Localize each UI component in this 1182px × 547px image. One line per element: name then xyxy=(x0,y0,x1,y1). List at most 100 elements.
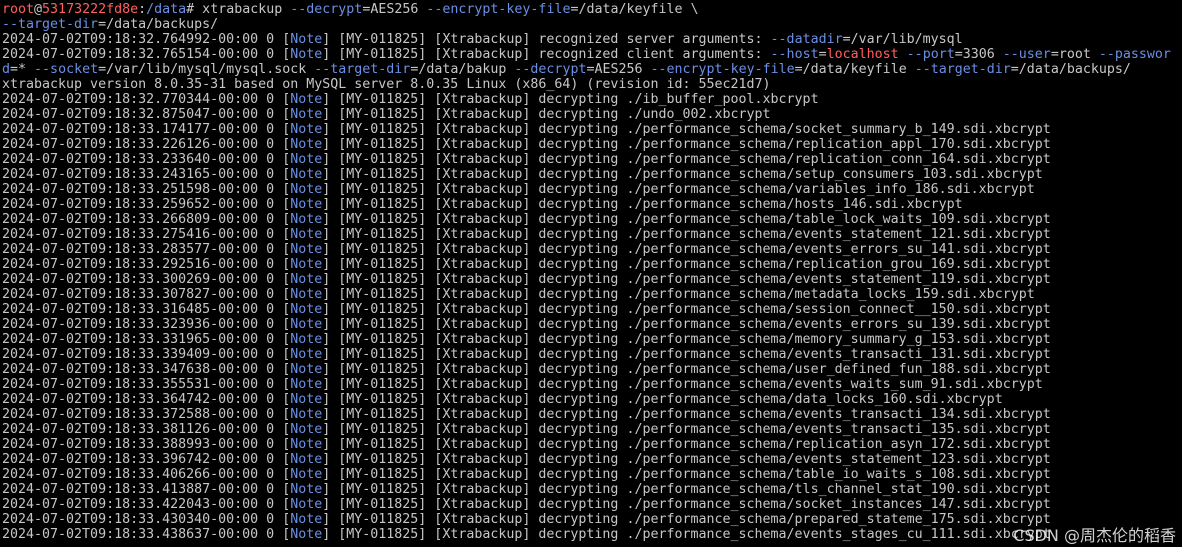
terminal-text: 2024-07-02T09:18:33.331965-00:00 0 [ xyxy=(2,332,291,347)
terminal-text: =/var/lib/mysql/mysql.sock xyxy=(98,62,315,77)
terminal-text: ] [MY-011825] [Xtrabackup] decrypting ./… xyxy=(322,272,1051,287)
terminal-line: 2024-07-02T09:18:32.770344-00:00 0 [Note… xyxy=(2,92,1182,107)
terminal-text: 2024-07-02T09:18:32.770344-00:00 0 [ xyxy=(2,92,291,107)
terminal-text: ] [MY-011825] [Xtrabackup] decrypting ./… xyxy=(322,302,1051,317)
terminal-text: ] [MY-011825] [Xtrabackup] decrypting ./… xyxy=(322,407,1051,422)
terminal-text: 2024-07-02T09:18:33.372588-00:00 0 [ xyxy=(2,407,291,422)
terminal-text: ] [MY-011825] [Xtrabackup] decrypting ./… xyxy=(322,227,1051,242)
cli-option: --target-dir xyxy=(314,62,411,77)
log-level-note: Note xyxy=(290,47,323,62)
cli-option: d xyxy=(2,62,11,77)
cli-option: --target-dir xyxy=(2,17,99,32)
terminal-line: 2024-07-02T09:18:33.233640-00:00 0 [Note… xyxy=(2,152,1182,167)
log-level-note: Note xyxy=(290,302,323,317)
terminal-text: ] [MY-011825] [Xtrabackup] decrypting ./… xyxy=(322,152,1051,167)
terminal-text: 2024-07-02T09:18:32.875047-00:00 0 [ xyxy=(2,107,291,122)
terminal-text: =/data/backups/ xyxy=(1010,62,1131,77)
terminal-line: 2024-07-02T09:18:33.413887-00:00 0 [Note… xyxy=(2,482,1182,497)
terminal-text: ] [MY-011825] [Xtrabackup] decrypting ./… xyxy=(322,452,1051,467)
terminal-text: ] [MY-011825] [Xtrabackup] decrypting ./… xyxy=(322,347,1051,362)
terminal-line: 2024-07-02T09:18:33.292516-00:00 0 [Note… xyxy=(2,257,1182,272)
terminal-text: =3306 xyxy=(954,47,1003,62)
log-level-note: Note xyxy=(290,347,323,362)
terminal-text: ] [MY-011825] [Xtrabackup] decrypting ./… xyxy=(322,497,1051,512)
terminal-line: 2024-07-02T09:18:33.323936-00:00 0 [Note… xyxy=(2,317,1182,332)
log-level-note: Note xyxy=(290,482,323,497)
prompt-path: /data xyxy=(146,2,187,17)
terminal-text: ] [MY-011825] [Xtrabackup] decrypting ./… xyxy=(322,167,1043,182)
terminal-line: 2024-07-02T09:18:33.438637-00:00 0 [Note… xyxy=(2,527,1182,542)
terminal-line: 2024-07-02T09:18:32.764992-00:00 0 [Note… xyxy=(2,32,1182,47)
log-level-note: Note xyxy=(290,362,323,377)
terminal-text: ] [MY-011825] [Xtrabackup] decrypting ./… xyxy=(322,527,1051,542)
terminal-line: 2024-07-02T09:18:33.381126-00:00 0 [Note… xyxy=(2,422,1182,437)
terminal-output: root@53173222fd8e:/data# xtrabackup --de… xyxy=(2,2,1182,542)
log-level-note: Note xyxy=(290,242,323,257)
terminal-text: 2024-07-02T09:18:33.347638-00:00 0 [ xyxy=(2,362,291,377)
terminal-text: 2024-07-02T09:18:33.174177-00:00 0 [ xyxy=(2,122,291,137)
terminal-text: 2024-07-02T09:18:33.364742-00:00 0 [ xyxy=(2,392,291,407)
cli-option: --decrypt xyxy=(290,2,363,17)
terminal-line: 2024-07-02T09:18:33.174177-00:00 0 [Note… xyxy=(2,122,1182,137)
terminal-line: 2024-07-02T09:18:33.275416-00:00 0 [Note… xyxy=(2,227,1182,242)
log-level-note: Note xyxy=(290,92,323,107)
terminal-text: 2024-07-02T09:18:33.323936-00:00 0 [ xyxy=(2,317,291,332)
terminal-text: ] [MY-011825] [Xtrabackup] decrypting ./… xyxy=(322,392,1003,407)
terminal-text: ] [MY-011825] [Xtrabackup] decrypting ./… xyxy=(322,257,1051,272)
log-level-note: Note xyxy=(290,407,323,422)
terminal-text: ] [MY-011825] [Xtrabackup] decrypting ./… xyxy=(322,437,1051,452)
log-level-note: Note xyxy=(290,287,323,302)
cli-option: --datadir xyxy=(770,32,843,47)
terminal-line: 2024-07-02T09:18:33.266809-00:00 0 [Note… xyxy=(2,212,1182,227)
terminal-text: =/data/keyfile xyxy=(794,62,915,77)
terminal-text: ] [MY-011825] [Xtrabackup] decrypting ./… xyxy=(322,242,1051,257)
log-level-note: Note xyxy=(290,437,323,452)
log-level-note: Note xyxy=(290,377,323,392)
terminal-line: 2024-07-02T09:18:33.251598-00:00 0 [Note… xyxy=(2,182,1182,197)
cli-option: --host xyxy=(770,47,819,62)
terminal-text: ] [MY-011825] [Xtrabackup] decrypting ./… xyxy=(322,182,1035,197)
terminal-text: ] [MY-011825] [Xtrabackup] decrypting ./… xyxy=(322,287,1035,302)
terminal-line: d=* --socket=/var/lib/mysql/mysql.sock -… xyxy=(2,62,1182,77)
log-level-note: Note xyxy=(290,182,323,197)
cli-option: --encrypt-key-file xyxy=(426,2,571,17)
log-level-note: Note xyxy=(290,32,323,47)
terminal-text: 2024-07-02T09:18:32.764992-00:00 0 [ xyxy=(2,32,291,47)
log-level-note: Note xyxy=(290,152,323,167)
terminal-text: = xyxy=(818,47,827,62)
cli-option: --encrypt-key-file xyxy=(650,62,795,77)
terminal-window[interactable]: root@53173222fd8e:/data# xtrabackup --de… xyxy=(0,0,1182,547)
log-level-note: Note xyxy=(290,392,323,407)
log-level-note: Note xyxy=(290,122,323,137)
terminal-line: 2024-07-02T09:18:33.300269-00:00 0 [Note… xyxy=(2,272,1182,287)
terminal-text: ] [MY-011825] [Xtrabackup] decrypting ./… xyxy=(322,122,1051,137)
terminal-line: 2024-07-02T09:18:33.283577-00:00 0 [Note… xyxy=(2,242,1182,257)
log-level-note: Note xyxy=(290,527,323,542)
terminal-line: 2024-07-02T09:18:32.875047-00:00 0 [Note… xyxy=(2,107,1182,122)
watermark: CSDN @周杰伦的稻香 xyxy=(1013,526,1176,545)
terminal-text: =/data/keyfile \ xyxy=(570,2,699,17)
terminal-line: 2024-07-02T09:18:33.396742-00:00 0 [Note… xyxy=(2,452,1182,467)
terminal-text: 2024-07-02T09:18:33.243165-00:00 0 [ xyxy=(2,167,291,182)
terminal-text: 2024-07-02T09:18:33.275416-00:00 0 [ xyxy=(2,227,291,242)
terminal-line: 2024-07-02T09:18:33.307827-00:00 0 [Note… xyxy=(2,287,1182,302)
terminal-text: ] [MY-011825] [Xtrabackup] decrypting ./… xyxy=(322,212,1051,227)
terminal-text: ] [MY-011825] [Xtrabackup] decrypting ./… xyxy=(322,332,1051,347)
terminal-line: 2024-07-02T09:18:33.243165-00:00 0 [Note… xyxy=(2,167,1182,182)
terminal-text: 2024-07-02T09:18:33.430340-00:00 0 [ xyxy=(2,512,291,527)
terminal-text: ] [MY-011825] [Xtrabackup] recognized cl… xyxy=(322,47,771,62)
terminal-text: 2024-07-02T09:18:33.316485-00:00 0 [ xyxy=(2,302,291,317)
terminal-text: =root xyxy=(1050,47,1099,62)
terminal-text: =/data/bakup xyxy=(410,62,515,77)
terminal-text: # xtrabackup xyxy=(186,2,291,17)
terminal-text: =AES256 xyxy=(586,62,651,77)
terminal-text: 2024-07-02T09:18:33.266809-00:00 0 [ xyxy=(2,212,291,227)
terminal-text: 2024-07-02T09:18:32.765154-00:00 0 [ xyxy=(2,47,291,62)
command-prompt-line: root@53173222fd8e:/data# xtrabackup --de… xyxy=(2,2,1182,17)
terminal-text: 2024-07-02T09:18:33.300269-00:00 0 [ xyxy=(2,272,291,287)
terminal-line: 2024-07-02T09:18:33.355531-00:00 0 [Note… xyxy=(2,377,1182,392)
terminal-text: 2024-07-02T09:18:33.381126-00:00 0 [ xyxy=(2,422,291,437)
log-level-note: Note xyxy=(290,512,323,527)
terminal-line: 2024-07-02T09:18:33.226126-00:00 0 [Note… xyxy=(2,137,1182,152)
terminal-text: 2024-07-02T09:18:33.406266-00:00 0 [ xyxy=(2,467,291,482)
